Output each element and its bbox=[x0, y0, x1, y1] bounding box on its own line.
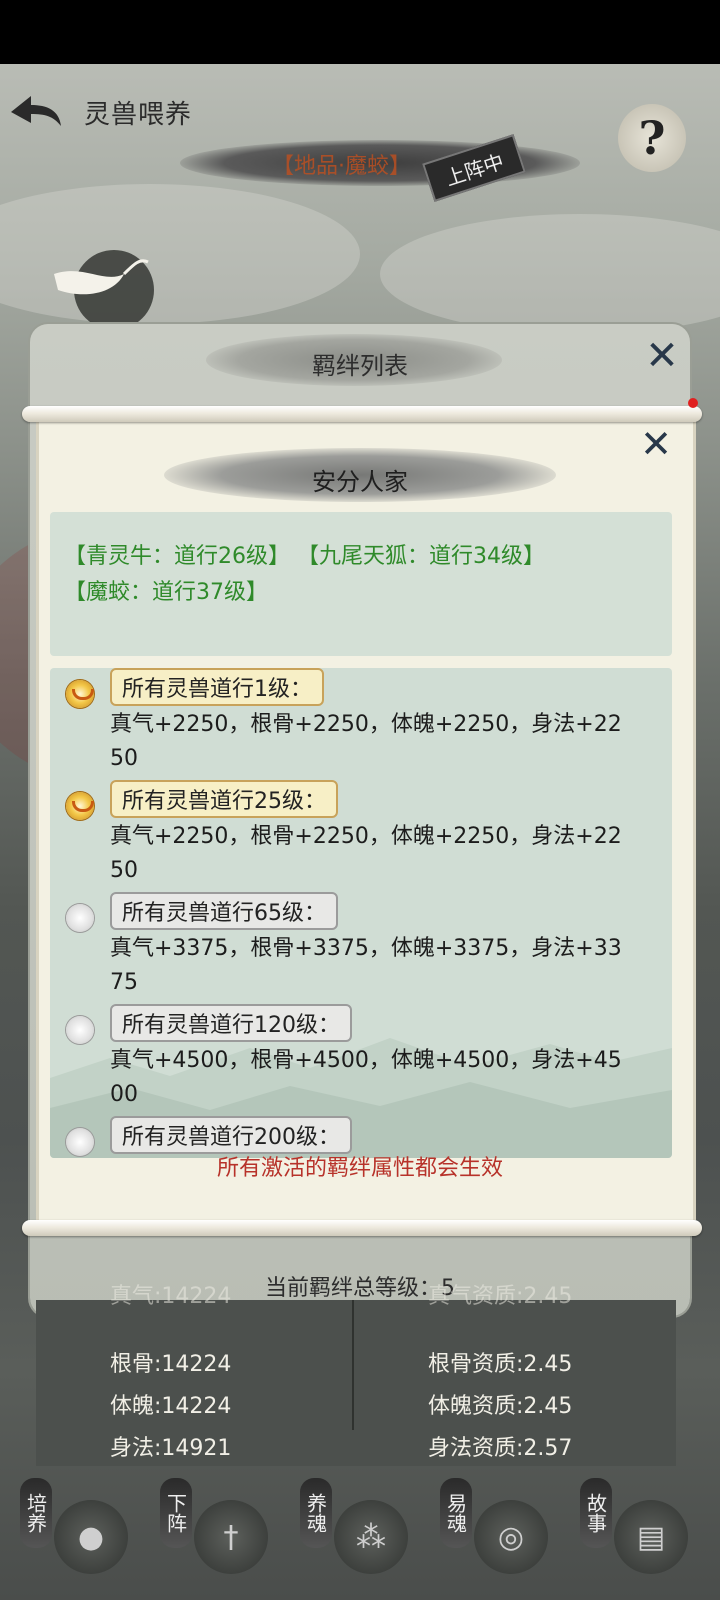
stat-left-1: 根骨:14224 bbox=[110, 1352, 232, 1377]
bond-members-panel: 【青灵牛：道行26级】 【九尾天狐：道行34级】 【魔蛟：道行37级】 bbox=[50, 512, 672, 656]
tier-label: 所有灵兽道行65级： bbox=[110, 892, 338, 930]
question-mark-icon: ? bbox=[638, 111, 666, 165]
bond-tier-item: 所有灵兽道行1级： 真气+2250，根骨+2250，体魄+2250，身法+225… bbox=[50, 668, 672, 780]
nav-undeploy-button[interactable]: 下阵 † bbox=[160, 1478, 270, 1588]
tier-bonus: 真气+3375，根骨+3375，体魄+3375，身法+3375 bbox=[110, 936, 622, 995]
stat-left-3: 身法:14921 bbox=[110, 1436, 232, 1461]
bond-tier-item: 所有灵兽道行65级： 真气+3375，根骨+3375，体魄+3375，身法+33… bbox=[50, 892, 672, 1004]
nav-nurture-soul-button[interactable]: 养魂 ⁂ bbox=[300, 1478, 410, 1588]
tier-bonus: 真气+4500，根骨+4500，体魄+4500，身法+4500 bbox=[110, 1048, 622, 1107]
bond-hint: 所有激活的羁绊属性都会生效 bbox=[216, 1156, 503, 1181]
back-button[interactable] bbox=[4, 88, 66, 136]
tier-label: 所有灵兽道行120级： bbox=[110, 1004, 352, 1042]
help-button[interactable]: ? bbox=[618, 104, 686, 172]
nav-cultivate-button[interactable]: 培养 ● bbox=[20, 1478, 130, 1588]
nav-label: 易魂 bbox=[440, 1478, 472, 1548]
bond-tier-item: 所有灵兽道行25级： 真气+2250，根骨+2250，体魄+2250，身法+22… bbox=[50, 780, 672, 892]
status-bar bbox=[0, 0, 720, 64]
scroll-rod-bottom bbox=[22, 1220, 702, 1236]
tier-label: 所有灵兽道行1级： bbox=[110, 668, 324, 706]
tier-bonus: 真气+2250，根骨+2250，体魄+2250，身法+2250 bbox=[110, 712, 622, 771]
seal-icon: ◎ bbox=[474, 1500, 548, 1574]
tier-active-indicator bbox=[66, 680, 94, 708]
scroll-rod-top bbox=[22, 406, 702, 422]
total-bond-level: 当前羁绊总等级：5 bbox=[265, 1276, 455, 1301]
tier-inactive-indicator bbox=[66, 1016, 94, 1044]
stat-left-2: 体魄:14224 bbox=[110, 1394, 232, 1419]
stat-right-0: 真气资质:2.45 bbox=[428, 1284, 573, 1309]
bond-tier-item: 所有灵兽道行120级： 真气+4500，根骨+4500，体魄+4500，身法+4… bbox=[50, 1004, 672, 1116]
nav-label: 培养 bbox=[20, 1478, 52, 1548]
scroll-icon: ▤ bbox=[614, 1500, 688, 1574]
tier-label: 所有灵兽道行200级： bbox=[110, 1116, 352, 1154]
nav-label: 下阵 bbox=[160, 1478, 192, 1548]
page-title: 灵兽喂养 bbox=[84, 100, 193, 130]
bond-list-title: 羁绊列表 bbox=[312, 352, 408, 380]
close-icon[interactable]: ✕ bbox=[636, 422, 676, 466]
bottom-nav: 培养 ● 下阵 † 养魂 ⁂ 易魂 ◎ 故事 ▤ bbox=[0, 1460, 720, 1600]
nav-story-button[interactable]: 故事 ▤ bbox=[580, 1478, 690, 1588]
stat-right-2: 体魄资质:2.45 bbox=[428, 1394, 573, 1419]
close-icon[interactable]: ✕ bbox=[640, 333, 684, 379]
tier-label: 所有灵兽道行25级： bbox=[110, 780, 338, 818]
bond-name: 安分人家 bbox=[312, 468, 408, 496]
tier-inactive-indicator bbox=[66, 904, 94, 932]
tier-bonus: 真气+2250，根骨+2250，体魄+2250，身法+2250 bbox=[110, 824, 622, 883]
constellation-icon: ⁂ bbox=[334, 1500, 408, 1574]
tier-active-indicator bbox=[66, 792, 94, 820]
crane-emblem-icon bbox=[54, 250, 154, 324]
orb-icon: ● bbox=[54, 1500, 128, 1574]
sword-icon: † bbox=[194, 1500, 268, 1574]
back-arrow-icon bbox=[11, 96, 61, 126]
stat-right-1: 根骨资质:2.45 bbox=[428, 1352, 573, 1377]
notification-dot bbox=[688, 398, 698, 408]
nav-swap-soul-button[interactable]: 易魂 ◎ bbox=[440, 1478, 550, 1588]
stat-right-3: 身法资质:2.57 bbox=[428, 1436, 573, 1461]
pet-name: 【地品·魔蛟】 bbox=[272, 154, 411, 179]
bond-tier-list[interactable]: 所有灵兽道行1级： 真气+2250，根骨+2250，体魄+2250，身法+225… bbox=[50, 668, 672, 1158]
bond-member-line: 【青灵牛：道行26级】 【九尾天狐：道行34级】 bbox=[64, 544, 545, 569]
nav-label: 故事 bbox=[580, 1478, 612, 1548]
bond-member-line: 【魔蛟：道行37级】 bbox=[64, 580, 268, 605]
nav-label: 养魂 bbox=[300, 1478, 332, 1548]
stat-left-0: 真气:14224 bbox=[110, 1284, 232, 1309]
